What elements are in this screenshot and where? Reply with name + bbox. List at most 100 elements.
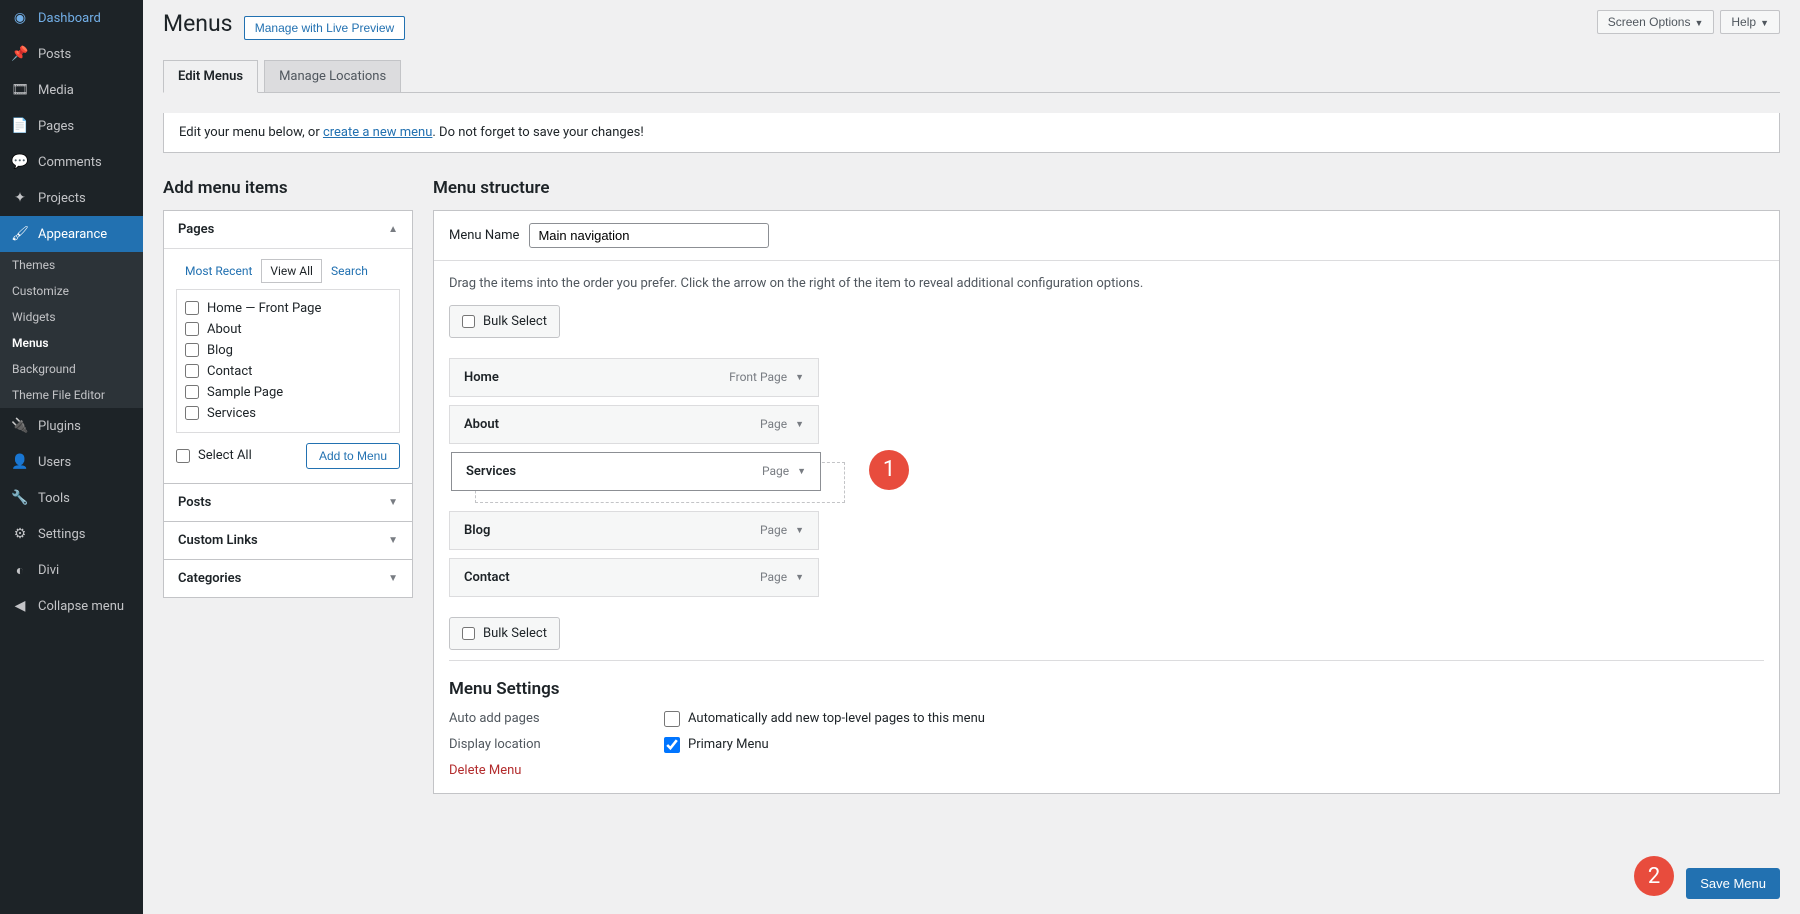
add-to-menu-button[interactable]: Add to Menu xyxy=(306,443,400,469)
live-preview-button[interactable]: Manage with Live Preview xyxy=(244,16,405,40)
caret-down-icon: ▼ xyxy=(388,497,398,508)
help-label: Help xyxy=(1731,15,1756,29)
menu-name-input[interactable] xyxy=(529,223,769,248)
sidebar-item-posts[interactable]: 📌Posts xyxy=(0,36,143,72)
page-check-blog[interactable]: Blog xyxy=(185,340,391,361)
screen-options-button[interactable]: Screen Options▼ xyxy=(1597,10,1715,34)
bulk-checkbox[interactable] xyxy=(462,315,475,328)
subtab-search[interactable]: Search xyxy=(322,259,377,283)
page-check-label: Blog xyxy=(207,343,233,358)
primary-menu-option[interactable]: Primary Menu xyxy=(664,737,769,753)
mi-label: Services xyxy=(466,464,516,479)
page-checkbox[interactable] xyxy=(185,322,199,336)
nav-tabs: Edit Menus Manage Locations xyxy=(163,60,1780,92)
admin-sidebar: ◉Dashboard 📌Posts 🎞Media 📄Pages 💬Comment… xyxy=(0,0,143,914)
auto-add-option[interactable]: Automatically add new top-level pages to… xyxy=(664,711,985,727)
sidebar-sub-background[interactable]: Background xyxy=(0,356,143,382)
custom-head-label: Custom Links xyxy=(178,533,258,548)
categories-accordion-head[interactable]: Categories▼ xyxy=(164,560,412,597)
sidebar-submenu: Themes Customize Widgets Menus Backgroun… xyxy=(0,252,143,408)
tab-edit-menus[interactable]: Edit Menus xyxy=(163,60,258,93)
page-checkbox[interactable] xyxy=(185,406,199,420)
bulk-label: Bulk Select xyxy=(483,626,547,641)
help-button[interactable]: Help▼ xyxy=(1720,10,1780,34)
menu-item-home[interactable]: Home Front Page▼ xyxy=(449,358,819,397)
page-checkbox[interactable] xyxy=(185,364,199,378)
custom-links-accordion-head[interactable]: Custom Links▼ xyxy=(164,522,412,559)
page-check-contact[interactable]: Contact xyxy=(185,361,391,382)
chevron-down-icon[interactable]: ▼ xyxy=(795,572,804,583)
menu-item-contact[interactable]: Contact Page▼ xyxy=(449,558,819,597)
appearance-icon: 🖌 xyxy=(10,224,30,244)
comments-icon: 💬 xyxy=(10,152,30,172)
chevron-down-icon: ▼ xyxy=(1694,18,1703,28)
display-location-label: Display location xyxy=(449,737,664,753)
sidebar-item-projects[interactable]: ✦Projects xyxy=(0,180,143,216)
sidebar-item-tools[interactable]: 🔧Tools xyxy=(0,480,143,516)
create-menu-link[interactable]: create a new menu xyxy=(323,125,432,140)
bulk-checkbox[interactable] xyxy=(462,627,475,640)
annotation-1: 1 xyxy=(869,450,909,490)
sidebar-sub-themes[interactable]: Themes xyxy=(0,252,143,278)
sidebar-label-projects: Projects xyxy=(38,191,86,206)
sidebar-item-collapse[interactable]: ◀Collapse menu xyxy=(0,588,143,624)
screen-options-label: Screen Options xyxy=(1608,15,1691,29)
sidebar-sub-widgets[interactable]: Widgets xyxy=(0,304,143,330)
bulk-select-top[interactable]: Bulk Select xyxy=(449,305,560,338)
page-checkbox[interactable] xyxy=(185,385,199,399)
sidebar-item-settings[interactable]: ⚙Settings xyxy=(0,516,143,552)
sidebar-sub-customize[interactable]: Customize xyxy=(0,278,143,304)
page-check-home[interactable]: Home — Front Page xyxy=(185,298,391,319)
sidebar-item-divi[interactable]: ◐Divi xyxy=(0,552,143,588)
menu-item-blog[interactable]: Blog Page▼ xyxy=(449,511,819,550)
primary-menu-checkbox[interactable] xyxy=(664,737,680,753)
sidebar-item-appearance[interactable]: 🖌 Appearance xyxy=(0,216,143,252)
top-buttons: Screen Options▼ Help▼ xyxy=(1597,10,1780,34)
menu-structure-title: Menu structure xyxy=(433,178,1780,198)
posts-accordion-head[interactable]: Posts▼ xyxy=(164,484,412,521)
sidebar-label-users: Users xyxy=(38,455,71,470)
sidebar-label-collapse: Collapse menu xyxy=(38,599,124,614)
edit-notice: Edit your menu below, or create a new me… xyxy=(163,113,1780,153)
menu-item-services[interactable]: Services Page▼ xyxy=(451,452,821,491)
sidebar-item-comments[interactable]: 💬Comments xyxy=(0,144,143,180)
sidebar-item-media[interactable]: 🎞Media xyxy=(0,72,143,108)
select-all[interactable]: Select All xyxy=(176,445,252,466)
auto-add-label: Auto add pages xyxy=(449,711,664,727)
sidebar-label-appearance: Appearance xyxy=(38,227,107,242)
caret-down-icon: ▼ xyxy=(388,573,398,584)
sidebar-sub-theme-editor[interactable]: Theme File Editor xyxy=(0,382,143,408)
sidebar-item-users[interactable]: 👤Users xyxy=(0,444,143,480)
page-title: Menus xyxy=(163,10,233,37)
menu-item-about[interactable]: About Page▼ xyxy=(449,405,819,444)
bulk-select-bottom[interactable]: Bulk Select xyxy=(449,617,560,650)
bulk-label: Bulk Select xyxy=(483,314,547,329)
pages-accordion-head[interactable]: Pages ▲ xyxy=(164,211,412,248)
page-check-services[interactable]: Services xyxy=(185,403,391,424)
mi-type: Page xyxy=(760,570,787,584)
chevron-down-icon[interactable]: ▼ xyxy=(795,525,804,536)
menu-settings-title: Menu Settings xyxy=(449,679,1764,699)
chevron-down-icon[interactable]: ▼ xyxy=(795,372,804,383)
delete-menu-link[interactable]: Delete Menu xyxy=(449,763,521,778)
chevron-down-icon[interactable]: ▼ xyxy=(797,466,806,477)
sidebar-label-tools: Tools xyxy=(38,491,70,506)
tab-manage-locations[interactable]: Manage Locations xyxy=(264,60,401,93)
sidebar-item-pages[interactable]: 📄Pages xyxy=(0,108,143,144)
divi-icon: ◐ xyxy=(10,560,30,580)
subtab-viewall[interactable]: View All xyxy=(261,259,322,283)
chevron-down-icon[interactable]: ▼ xyxy=(795,419,804,430)
sidebar-sub-menus[interactable]: Menus xyxy=(0,330,143,356)
page-checkbox[interactable] xyxy=(185,301,199,315)
auto-add-checkbox[interactable] xyxy=(664,711,680,727)
mi-type: Front Page xyxy=(729,370,787,384)
page-check-about[interactable]: About xyxy=(185,319,391,340)
subtab-recent[interactable]: Most Recent xyxy=(176,259,261,283)
page-check-label: Home — Front Page xyxy=(207,301,321,316)
sidebar-item-dashboard[interactable]: ◉Dashboard xyxy=(0,0,143,36)
select-all-checkbox[interactable] xyxy=(176,449,190,463)
page-checkbox[interactable] xyxy=(185,343,199,357)
sidebar-item-plugins[interactable]: 🔌Plugins xyxy=(0,408,143,444)
page-check-sample[interactable]: Sample Page xyxy=(185,382,391,403)
save-menu-button[interactable]: Save Menu xyxy=(1686,868,1780,899)
